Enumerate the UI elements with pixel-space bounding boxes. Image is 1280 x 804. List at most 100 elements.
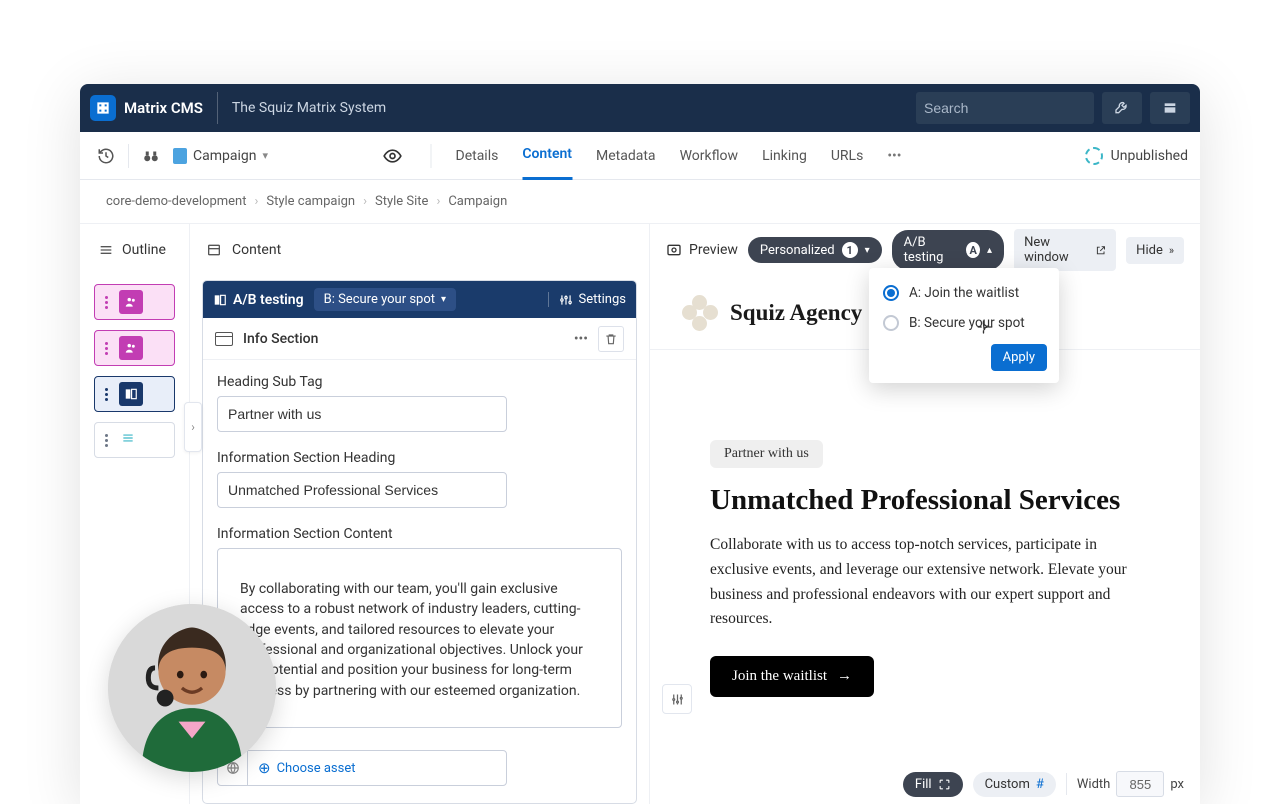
binoculars-icon[interactable] <box>137 142 165 170</box>
field-label: Information Section Heading <box>217 450 622 466</box>
ab-split-icon <box>119 382 143 406</box>
outline-block-active[interactable] <box>94 376 175 412</box>
drag-handle-icon[interactable] <box>99 342 113 355</box>
apply-button[interactable]: Apply <box>991 344 1047 371</box>
asset-picker[interactable]: ⊕ Choose asset <box>217 750 507 786</box>
tab-metadata[interactable]: Metadata <box>596 132 656 180</box>
product-name: Matrix CMS <box>124 99 203 117</box>
ab-testing-chip: A/B testing <box>213 292 304 308</box>
page-tag: Partner with us <box>710 440 823 468</box>
cta-button[interactable]: Join the waitlist → <box>710 656 874 697</box>
content-textarea[interactable] <box>217 548 622 728</box>
variant-selector[interactable]: B: Secure your spot ▾ <box>314 288 456 311</box>
drag-handle-icon[interactable] <box>99 434 113 447</box>
content-header: Content <box>190 224 649 276</box>
global-search[interactable] <box>916 92 1094 124</box>
form-body: Heading Sub Tag Information Section Head… <box>203 360 636 803</box>
panel-button[interactable] <box>1150 92 1190 124</box>
plus-icon: ⊕ <box>258 759 271 777</box>
breadcrumb-item[interactable]: Style Site <box>375 194 428 209</box>
preview-adjust-button[interactable] <box>662 684 692 714</box>
fill-mode-button[interactable]: Fill <box>903 772 963 797</box>
more-options-icon[interactable]: ••• <box>574 331 588 347</box>
hide-button[interactable]: Hide » <box>1126 237 1184 264</box>
choose-asset-label: Choose asset <box>277 761 356 776</box>
outline-icon <box>98 242 114 258</box>
ab-option[interactable]: B: Secure your spot <box>869 308 1059 338</box>
ab-option-label: A: Join the waitlist <box>909 285 1019 301</box>
preview-panel: Preview Personalized 1 ▾ A/B testing A ▴… <box>650 224 1200 804</box>
chevron-up-icon: ▴ <box>987 245 992 256</box>
tab-workflow[interactable]: Workflow <box>680 132 739 180</box>
people-icon <box>119 336 143 360</box>
ab-option-label: B: Secure your spot <box>909 315 1025 331</box>
status-indicator-icon <box>1085 147 1103 165</box>
new-window-button[interactable]: New window <box>1014 229 1116 271</box>
breadcrumb-item[interactable]: Style campaign <box>266 194 355 209</box>
width-control: Width px <box>1077 771 1184 797</box>
drag-handle-icon[interactable] <box>99 388 113 401</box>
sliders-icon <box>670 692 685 707</box>
width-input[interactable] <box>1116 771 1164 797</box>
ab-testing-pill[interactable]: A/B testing A ▴ <box>892 230 1004 270</box>
arrow-right-icon: → <box>837 668 852 685</box>
search-input[interactable] <box>924 100 1105 116</box>
settings-button[interactable]: Settings <box>548 292 626 307</box>
drag-handle-icon[interactable] <box>99 296 113 309</box>
page-body-text: Collaborate with us to access top-notch … <box>710 533 1140 632</box>
section-title: Info Section <box>243 331 318 347</box>
external-link-icon <box>1095 244 1106 257</box>
chevron-down-icon: ▾ <box>865 245 870 256</box>
tab-urls[interactable]: URLs <box>831 132 863 180</box>
breadcrumb-item[interactable]: core-demo-development <box>106 194 246 209</box>
personalized-pill[interactable]: Personalized 1 ▾ <box>748 237 882 263</box>
expand-panel-button[interactable]: › <box>184 402 202 452</box>
heading-sub-tag-input[interactable] <box>217 396 507 432</box>
preview-body: Partner with us Unmatched Professional S… <box>650 350 1200 737</box>
tab-details[interactable]: Details <box>456 132 499 180</box>
delete-section-button[interactable] <box>598 326 624 352</box>
custom-mode-button[interactable]: Custom # <box>973 772 1056 797</box>
tools-button[interactable] <box>1102 92 1142 124</box>
tab-content[interactable]: Content <box>522 132 572 180</box>
more-tabs-icon[interactable]: ••• <box>887 148 901 164</box>
heading-input[interactable] <box>217 472 507 508</box>
eye-icon <box>666 242 682 258</box>
preview-label-group: Preview <box>666 242 738 258</box>
editor-card: A/B testing B: Secure your spot ▾ Settin… <box>202 280 637 804</box>
settings-label: Settings <box>579 292 626 307</box>
hide-label: Hide <box>1136 243 1163 258</box>
ab-option[interactable]: A: Join the waitlist <box>869 278 1059 308</box>
outline-block[interactable] <box>94 284 175 320</box>
section-header-row: Info Section ••• <box>203 318 636 360</box>
cta-label: Join the waitlist <box>732 668 827 685</box>
support-agent-avatar <box>108 604 276 772</box>
status-label: Unpublished <box>1111 148 1188 164</box>
history-icon[interactable] <box>92 142 120 170</box>
breadcrumb-item[interactable]: Campaign <box>448 194 507 209</box>
choose-asset-button[interactable]: ⊕ Choose asset <box>248 759 366 777</box>
outline-block[interactable] <box>94 422 175 458</box>
asset-selector[interactable]: Campaign ▾ <box>173 148 268 164</box>
tabs: Details Content Metadata Workflow Linkin… <box>379 132 902 180</box>
page-heading: Unmatched Professional Services <box>710 484 1140 517</box>
preview-label: Preview <box>689 242 738 258</box>
section-icon <box>215 332 233 346</box>
content-title: Content <box>232 242 281 258</box>
chevron-double-right-icon: » <box>1169 244 1174 257</box>
outline-block[interactable] <box>94 330 175 366</box>
width-unit: px <box>1170 777 1184 792</box>
people-icon <box>119 290 143 314</box>
ab-split-icon <box>213 293 227 307</box>
logo-block: Matrix CMS <box>90 92 218 124</box>
preview-bottom-bar: Fill Custom # Width px <box>650 764 1200 804</box>
sliders-icon <box>559 293 573 307</box>
ab-testing-pill-label: A/B testing <box>904 235 960 265</box>
agency-name: Squiz Agency <box>730 300 862 326</box>
tab-linking[interactable]: Linking <box>762 132 807 180</box>
trash-icon <box>604 332 618 346</box>
new-window-label: New window <box>1024 235 1089 265</box>
apply-label: Apply <box>1003 350 1035 365</box>
preview-toggle-icon[interactable] <box>379 142 407 170</box>
system-name: The Squiz Matrix System <box>218 100 386 116</box>
